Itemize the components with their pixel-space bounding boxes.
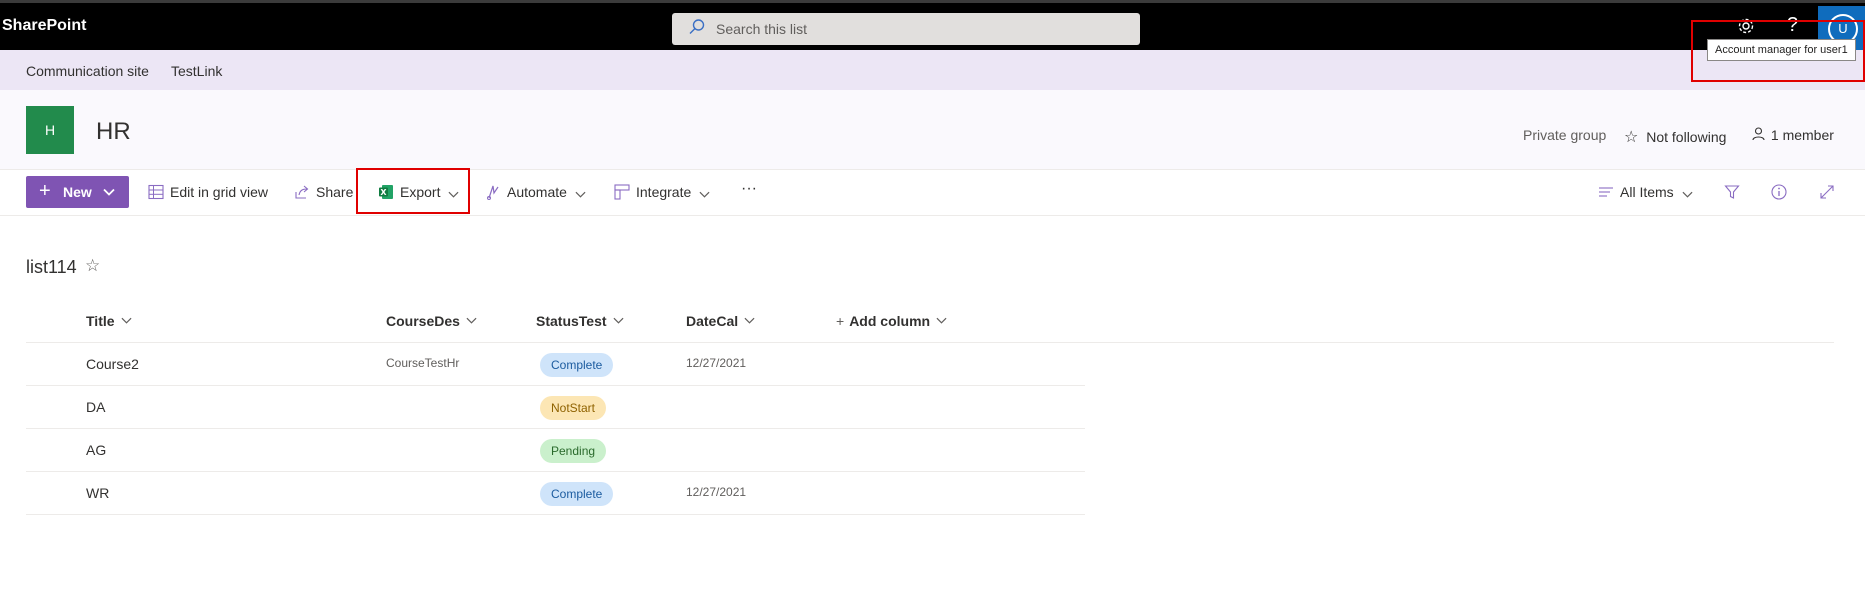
add-column-button[interactable]: + Add column	[836, 313, 947, 329]
integrate-label: Integrate	[636, 184, 692, 200]
search-placeholder: Search this list	[716, 21, 808, 37]
highlight-box-account	[1691, 20, 1865, 82]
share-button[interactable]: Share	[294, 184, 353, 200]
table-row[interactable]: DA NotStart	[26, 386, 1085, 429]
cell-title[interactable]: AG	[86, 442, 106, 458]
automate-label: Automate	[507, 184, 567, 200]
more-commands-button[interactable]: ···	[741, 180, 757, 198]
star-icon: ☆	[1624, 129, 1639, 146]
chevron-down-icon	[744, 313, 755, 329]
status-badge: NotStart	[540, 396, 607, 420]
new-label: New	[63, 184, 92, 200]
site-logo[interactable]: H	[26, 106, 74, 154]
column-header-statustest[interactable]: StatusTest	[536, 313, 624, 329]
chevron-down-icon	[466, 313, 477, 329]
members-button[interactable]: 1 member	[1752, 127, 1834, 143]
new-button[interactable]: + New	[26, 176, 129, 208]
command-bar: + New Edit in grid view Share X Export Au…	[0, 168, 1865, 216]
highlight-box-export	[356, 168, 470, 214]
filter-icon[interactable]	[1724, 184, 1740, 200]
plus-icon: +	[39, 180, 51, 202]
search-box[interactable]: Search this list	[672, 13, 1140, 45]
hub-link-communication-site[interactable]: Communication site	[26, 63, 149, 79]
privacy-label: Private group	[1523, 127, 1607, 143]
view-label: All Items	[1620, 184, 1674, 200]
chevron-down-icon	[699, 184, 710, 200]
cell-title[interactable]: WR	[86, 485, 109, 501]
hub-nav: Communication site TestLink	[0, 50, 1865, 90]
hub-link-testlink[interactable]: TestLink	[171, 63, 222, 79]
follow-button[interactable]: ☆ Not following	[1624, 127, 1726, 147]
table-row[interactable]: WR Complete 12/27/2021	[26, 472, 1085, 515]
column-header-datecal[interactable]: DateCal	[686, 313, 755, 329]
view-list-icon	[1598, 184, 1614, 200]
edit-grid-label: Edit in grid view	[170, 184, 269, 200]
suite-bar: SharePoint Search this list ? U	[0, 0, 1865, 53]
cell-datecal: 12/27/2021	[686, 485, 747, 499]
share-icon	[294, 184, 310, 200]
search-icon	[688, 18, 706, 41]
follow-label: Not following	[1646, 129, 1727, 145]
column-header-title[interactable]: Title	[86, 313, 132, 329]
grid-icon	[148, 184, 164, 200]
status-badge: Pending	[540, 439, 607, 463]
column-header-label: StatusTest	[536, 313, 607, 329]
column-header-label: CourseDes	[386, 313, 460, 329]
integrate-button[interactable]: Integrate	[614, 184, 710, 200]
chevron-down-icon	[103, 185, 115, 201]
site-title[interactable]: HR	[96, 118, 131, 146]
share-label: Share	[316, 184, 354, 200]
column-header-coursedes[interactable]: CourseDes	[386, 313, 477, 329]
edit-grid-view-button[interactable]: Edit in grid view	[148, 184, 268, 200]
status-badge: Complete	[540, 353, 614, 377]
cell-title[interactable]: Course2	[86, 356, 139, 372]
integrate-icon	[614, 184, 630, 200]
column-header-label: DateCal	[686, 313, 739, 329]
automate-button[interactable]: Automate	[485, 184, 586, 200]
chevron-down-icon	[936, 313, 947, 329]
chevron-down-icon	[613, 313, 624, 329]
expand-icon[interactable]	[1819, 184, 1835, 200]
info-icon[interactable]	[1771, 184, 1787, 200]
chevron-down-icon	[1682, 184, 1693, 200]
site-header: H HR Private group ☆ Not following 1 mem…	[0, 90, 1865, 170]
members-label: 1 member	[1770, 127, 1834, 143]
cell-title[interactable]: DA	[86, 399, 105, 415]
table-row[interactable]: Course2 CourseTestHr Complete 12/27/2021	[26, 343, 1085, 386]
cell-coursedes: CourseTestHr	[386, 356, 460, 370]
person-icon	[1752, 127, 1769, 143]
star-icon[interactable]: ☆	[85, 256, 100, 276]
chevron-down-icon	[121, 313, 132, 329]
list-title: list114	[26, 257, 77, 277]
app-brand[interactable]: SharePoint	[2, 17, 86, 35]
add-column-label: Add column	[849, 313, 931, 329]
chevron-down-icon	[575, 184, 586, 200]
cell-datecal: 12/27/2021	[686, 356, 747, 370]
table-row[interactable]: AG Pending	[26, 429, 1085, 472]
status-badge: Complete	[540, 482, 614, 506]
automate-icon	[485, 184, 501, 200]
plus-icon: +	[836, 313, 845, 329]
view-switcher[interactable]: All Items	[1598, 184, 1693, 200]
column-header-label: Title	[86, 313, 115, 329]
